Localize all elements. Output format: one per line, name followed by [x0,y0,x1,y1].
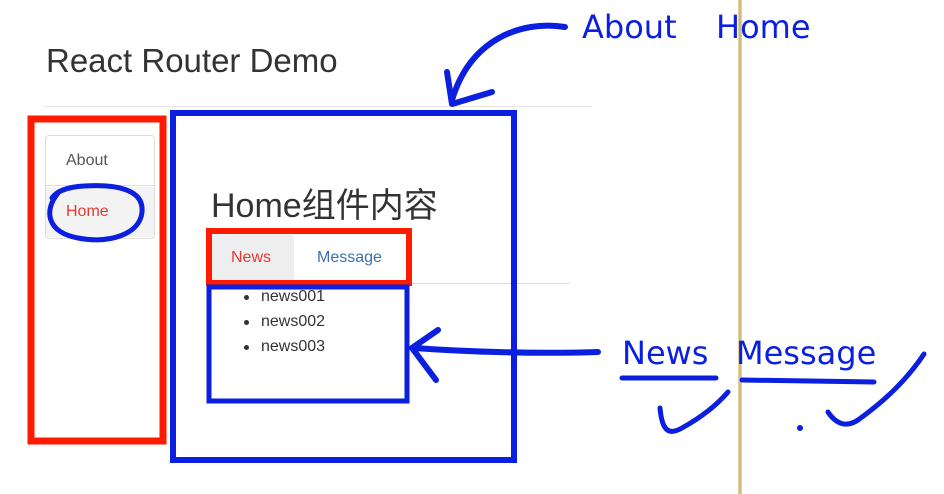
annotation-about: About [582,8,677,46]
check-icon [657,389,731,434]
list-highlight-box [206,284,410,404]
arrow-to-list [411,345,601,356]
nav-highlight-box [27,115,167,445]
arrow-head-icon [409,327,441,383]
annotation-home: Home [716,8,811,46]
annotation-message: Message [736,334,876,372]
home-circle-mark [47,183,145,243]
arrow-to-content [449,22,568,103]
message-underline [739,377,877,385]
tabs-highlight-box [206,228,412,286]
dot-mark [797,425,803,431]
annotation-overlay: About Home News Message [27,8,927,463]
annotation-news: News [622,334,708,372]
